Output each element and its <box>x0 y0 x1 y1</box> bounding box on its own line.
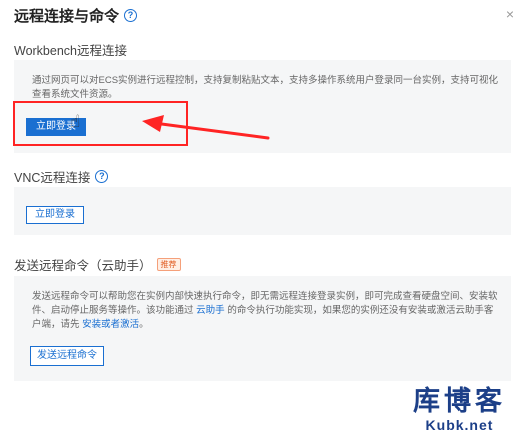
vnc-title-text: VNC远程连接 <box>14 171 91 185</box>
help-icon[interactable]: ? <box>95 170 109 183</box>
cloud-assistant-section-title: 发送远程命令（云助手） 推荐 <box>14 255 181 274</box>
watermark-chinese-text: 库博客 <box>413 386 506 417</box>
watermark-logo: 库博客 Kubk.net <box>413 386 506 434</box>
vnc-section-title: VNC远程连接 ? <box>14 167 109 186</box>
dialog-title: 远程连接与命令 ? <box>14 5 138 26</box>
cloud-assistant-title-text: 发送远程命令（云助手） <box>14 259 152 273</box>
recommend-badge: 推荐 <box>156 258 181 271</box>
watermark-english-text: Kubk.net <box>425 417 494 433</box>
help-icon[interactable]: ? <box>124 9 138 22</box>
install-or-activate-link[interactable]: 安装或者激活 <box>82 319 139 330</box>
vnc-panel <box>14 187 511 235</box>
send-remote-command-button[interactable]: 发送远程命令 <box>30 346 104 366</box>
cloud-assistant-description: 发送远程命令可以帮助您在实例内部快速执行命令，即无需远程连接登录实例，即可完成查… <box>32 290 500 332</box>
cloud-assistant-link[interactable]: 云助手 <box>196 305 225 316</box>
hand-cursor-icon: ☝ <box>70 112 81 131</box>
annotation-arrow-icon <box>142 115 270 140</box>
workbench-title-text: Workbench远程连接 <box>14 44 127 58</box>
workbench-description: 通过网页可以对ECS实例进行远程控制，支持复制粘贴文本，支持多操作系统用户登录同… <box>32 75 499 100</box>
workbench-section-title: Workbench远程连接 <box>14 40 127 59</box>
cloud-assistant-description-part-3: 。 <box>139 319 149 330</box>
vnc-login-button[interactable]: 立即登录 <box>26 206 84 224</box>
dialog-title-text: 远程连接与命令 <box>14 8 120 25</box>
close-icon[interactable]: × <box>506 6 514 22</box>
